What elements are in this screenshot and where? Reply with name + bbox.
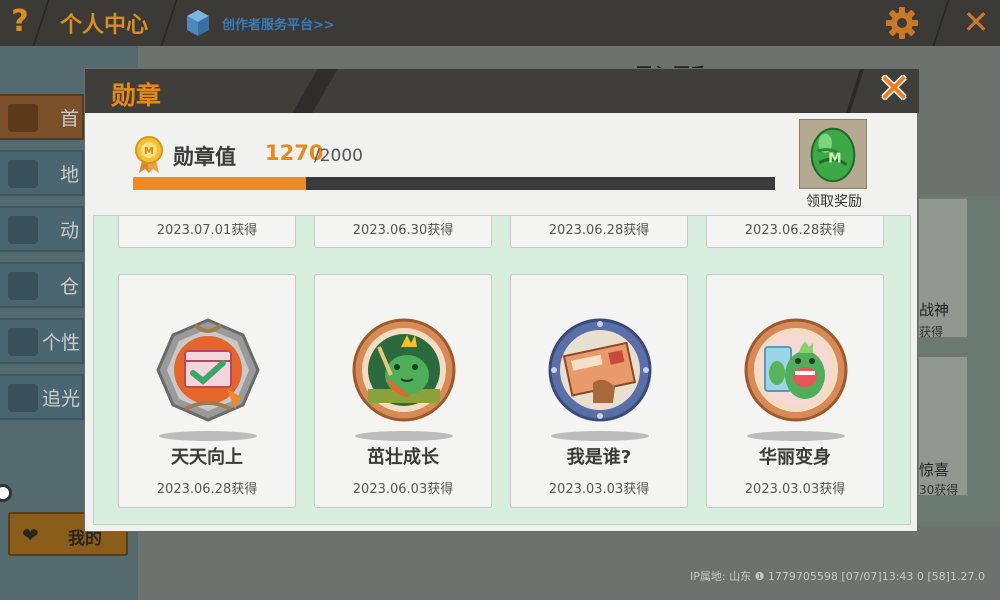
sidebar-item-chase-light[interactable]: 追光 (0, 374, 84, 420)
sidebar-item-activity[interactable]: 动 (0, 206, 84, 252)
background-badge-card: 战神 获得 (918, 198, 968, 339)
badge-card[interactable]: 2023.06.28获得 (706, 216, 884, 248)
page-title: 个人中心 (60, 13, 149, 38)
badge-card[interactable]: 2023.07.01获得 (118, 216, 296, 248)
badge-date: 30获得 (919, 483, 959, 497)
badge-name: 天天向上 (171, 447, 243, 468)
svg-text:M: M (828, 151, 842, 167)
warehouse-icon (8, 272, 38, 300)
badge-name: 华丽变身 (759, 447, 831, 468)
badge-date: 2023.07.01获得 (156, 223, 258, 238)
badge-date: 2023.06.28获得 (744, 223, 846, 238)
medal-max: /2000 (314, 146, 363, 166)
medal-dialog: 勋章 ✕ M 勋章值 1270 /2000 M 领取奖励 2023.07.01获… (84, 67, 919, 532)
heart-icon: ❤ (22, 523, 39, 547)
medal-progress-bar (133, 177, 775, 190)
badge-date: 2023.06.30获得 (352, 223, 454, 238)
calendar-checkmark-badge-icon (156, 318, 260, 422)
top-bar: ? 个人中心 创作者服务平台>> ✕ (0, 0, 1000, 46)
sidebar-item-home[interactable]: 首 (0, 94, 84, 140)
light-icon (8, 384, 38, 412)
badge-date: 2023.06.28获得 (156, 482, 258, 497)
badge-shadow (747, 431, 845, 441)
sidebar-item-label: 个性 (42, 332, 81, 354)
claim-reward-label[interactable]: 领取奖励 (799, 191, 869, 211)
creator-platform-link[interactable]: 创作者服务平台>> (222, 14, 335, 33)
close-icon[interactable]: ✕ (952, 0, 1000, 46)
badge-date: 2023.03.03获得 (744, 482, 846, 497)
sidebar-item-storage[interactable]: 仓 (0, 262, 84, 308)
badge-grid[interactable]: 2023.07.01获得 2023.06.30获得 2023.06.28获得 2… (93, 215, 911, 525)
medal-icon: M (135, 136, 163, 173)
frog-king-badge-icon (352, 318, 456, 422)
status-footer: IP属地: 山东 ❶ 1779705598 [07/07]13:43 0 [58… (690, 570, 985, 583)
divider (932, 0, 950, 46)
badge-date: 2023.06.03获得 (352, 482, 454, 497)
badge-name: 我是谁? (566, 447, 632, 468)
header-stripe (292, 69, 338, 113)
badge-shadow (551, 431, 649, 441)
badge-name: 茁壮成长 (367, 447, 439, 468)
header-divider (845, 69, 865, 113)
dialog-title: 勋章 (111, 81, 162, 110)
badge-card[interactable]: 2023.06.28获得 (510, 216, 688, 248)
map-icon (8, 160, 38, 188)
badge-card[interactable]: 我是谁? 2023.03.03获得 (510, 274, 688, 508)
badge-shadow (355, 431, 453, 441)
dinosaur-costume-badge-icon (744, 318, 848, 422)
badge-card[interactable]: 茁壮成长 2023.06.03获得 (314, 274, 492, 508)
badge-name: 战神 (919, 301, 950, 319)
badge-card[interactable]: 2023.06.30获得 (314, 216, 492, 248)
reward-egg-button[interactable]: M (799, 119, 867, 189)
badge-card[interactable]: 天天向上 2023.06.28获得 (118, 274, 296, 508)
background-badge-card: 惊喜 30获得 (918, 356, 968, 497)
home-icon (8, 104, 38, 132)
sidebar-item-map[interactable]: 地 (0, 150, 84, 196)
sidebar-item-label: 追光 (42, 388, 81, 410)
dialog-header: 勋章 ✕ (85, 67, 919, 113)
green-egg-icon: M (810, 127, 856, 183)
badge-date: 2023.06.28获得 (548, 223, 650, 238)
badge-date: 获得 (919, 325, 944, 339)
badge-shadow (159, 431, 257, 441)
badge-name: 惊喜 (919, 461, 950, 479)
sidebar-item-label: 地 (60, 164, 80, 186)
badge-date: 2023.03.03获得 (548, 482, 650, 497)
envelope-badge-icon (548, 318, 652, 422)
style-icon (8, 328, 38, 356)
divider (160, 0, 178, 46)
svg-text:M: M (144, 146, 154, 157)
sidebar-item-style[interactable]: 个性 (0, 318, 84, 364)
gear-icon[interactable] (884, 5, 920, 41)
sidebar-item-label: 仓 (60, 276, 80, 298)
sidebar-item-label: 动 (60, 220, 80, 242)
progress-fill (133, 177, 307, 190)
cube-icon (187, 10, 209, 36)
medal-value-label: 勋章值 (173, 145, 236, 169)
badge-card[interactable]: 华丽变身 2023.03.03获得 (706, 274, 884, 508)
bell-icon (8, 216, 38, 244)
close-icon[interactable]: ✕ (871, 67, 917, 113)
sidebar-item-label: 首 (60, 108, 80, 130)
